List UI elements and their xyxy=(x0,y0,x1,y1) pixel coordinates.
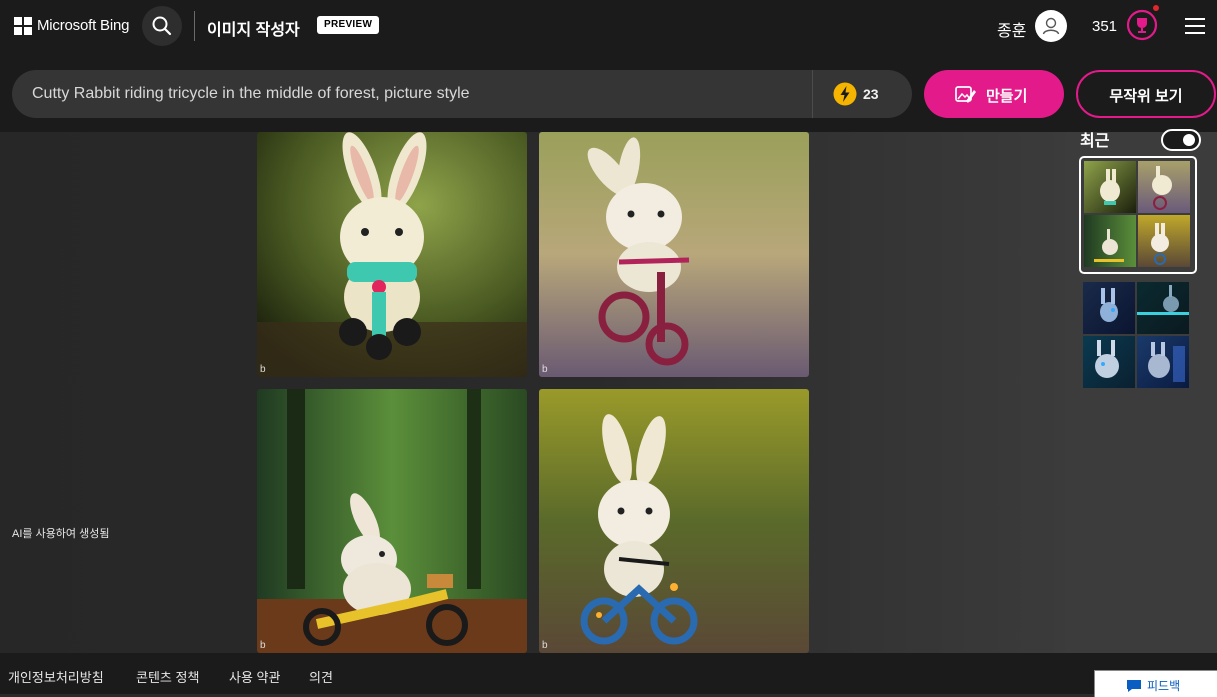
bing-watermark: b xyxy=(542,640,548,651)
top-header: Microsoft Bing 이미지 작성자 PREVIEW 종훈 351 xyxy=(0,0,1217,52)
prompt-divider xyxy=(812,70,813,118)
recent-set-current[interactable] xyxy=(1079,156,1197,274)
brand-name[interactable]: Microsoft Bing xyxy=(37,17,129,34)
app-title[interactable]: 이미지 작성자 xyxy=(207,16,300,40)
bing-watermark: b xyxy=(260,364,266,375)
recent-label: 최근 xyxy=(1080,133,1110,150)
recent-toggle[interactable] xyxy=(1161,129,1201,151)
search-button[interactable] xyxy=(142,6,182,46)
create-image-icon xyxy=(955,86,976,103)
rabbit-image xyxy=(539,132,809,377)
user-name[interactable]: 종훈 xyxy=(997,17,1026,41)
recent-thumb xyxy=(1084,215,1136,267)
boost-count: 23 xyxy=(863,86,879,102)
hamburger-menu-icon[interactable] xyxy=(1185,16,1207,36)
recent-thumb xyxy=(1083,336,1135,388)
bing-watermark: b xyxy=(260,640,266,651)
footer-link-feedback[interactable]: 의견 xyxy=(309,667,333,686)
prompt-box: 23 xyxy=(12,70,912,118)
recent-thumb xyxy=(1083,282,1135,334)
chat-bubble-icon xyxy=(1127,680,1141,692)
search-icon xyxy=(152,16,172,36)
surprise-me-button[interactable]: 무작위 보기 xyxy=(1076,70,1216,118)
result-image-3[interactable]: b xyxy=(257,389,527,653)
rabbit-image xyxy=(257,389,527,653)
result-image-4[interactable]: b xyxy=(539,389,809,653)
create-button-label: 만들기 xyxy=(986,88,1028,105)
results-area: AI를 사용하여 생성됨 b b b b xyxy=(0,132,1065,653)
result-image-1[interactable]: b xyxy=(257,132,527,377)
feedback-button[interactable]: 피드백 xyxy=(1094,670,1217,697)
toggle-knob xyxy=(1183,134,1195,146)
recent-thumb xyxy=(1138,161,1190,213)
footer-link-terms[interactable]: 사용 약관 xyxy=(229,667,280,686)
header-divider xyxy=(194,11,195,41)
preview-badge: PREVIEW xyxy=(317,16,380,34)
bing-watermark: b xyxy=(542,364,548,375)
recent-thumb xyxy=(1084,161,1136,213)
rabbit-image xyxy=(539,389,809,653)
user-avatar-icon[interactable] xyxy=(1035,10,1067,42)
rewards-trophy-icon[interactable] xyxy=(1126,9,1158,41)
footer-link-content-policy[interactable]: 콘텐츠 정책 xyxy=(136,667,199,686)
recent-panel: 최근 xyxy=(1065,129,1217,653)
result-image-2[interactable]: b xyxy=(539,132,809,377)
prompt-bar: 23 만들기 무작위 보기 xyxy=(0,52,1217,132)
recent-thumb xyxy=(1138,215,1190,267)
footer: 개인정보처리방침 콘텐츠 정책 사용 약관 의견 피드백 xyxy=(0,653,1217,697)
surprise-me-label: 무작위 보기 xyxy=(1109,88,1183,105)
notification-dot xyxy=(1153,5,1159,11)
recent-thumb xyxy=(1137,282,1189,334)
create-button[interactable]: 만들기 xyxy=(924,70,1064,118)
microsoft-logo-icon[interactable] xyxy=(14,17,32,35)
prompt-input[interactable] xyxy=(32,70,802,118)
boost-bolt-icon xyxy=(833,82,857,106)
recent-set-previous[interactable] xyxy=(1079,280,1193,394)
reward-points[interactable]: 351 xyxy=(1092,18,1117,35)
ai-generated-label: AI를 사용하여 생성됨 xyxy=(12,528,110,540)
rabbit-image xyxy=(257,132,527,377)
footer-link-privacy[interactable]: 개인정보처리방침 xyxy=(8,667,104,686)
recent-thumb xyxy=(1137,336,1189,388)
feedback-label: 피드백 xyxy=(1147,679,1181,693)
